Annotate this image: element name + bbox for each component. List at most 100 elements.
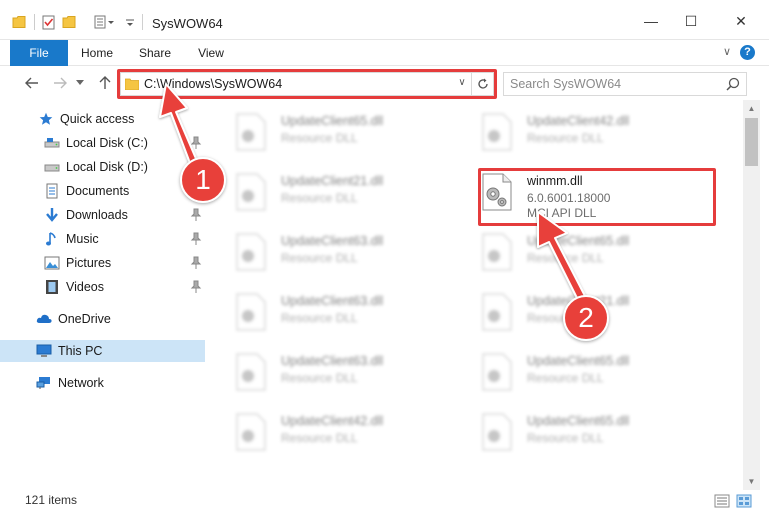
search-input[interactable]	[510, 75, 720, 93]
help-button[interactable]: ?	[740, 45, 755, 60]
expand-ribbon-icon[interactable]: ∨	[720, 45, 734, 59]
sidebar-item-music[interactable]: Music	[0, 228, 205, 250]
sidebar-item-label: Videos	[66, 280, 104, 294]
scroll-thumb[interactable]	[745, 118, 758, 166]
sidebar-item-label: Local Disk (C:)	[66, 136, 148, 150]
dll-file-icon	[236, 353, 266, 391]
file-description: Resource DLL	[281, 191, 358, 205]
cloud-icon	[36, 311, 52, 327]
toolbar-separator	[34, 14, 35, 30]
forward-button[interactable]	[50, 74, 70, 92]
pin-icon[interactable]	[190, 136, 202, 150]
ribbon-tabs: File Home Share View ∨ ?	[0, 40, 769, 66]
address-path[interactable]: C:\Windows\SysWOW64	[144, 77, 282, 91]
sidebar-item-videos[interactable]: Videos	[0, 276, 205, 298]
file-item[interactable]: UpdateClient63.dll Resource DLL	[207, 284, 447, 340]
tab-file[interactable]: File	[10, 40, 68, 66]
step-2-badge: 2	[563, 295, 609, 341]
sidebar-item-local-disk-c[interactable]: Local Disk (C:)	[0, 132, 205, 154]
file-name: UpdateClient65.dll	[527, 414, 630, 428]
dll-file-icon	[482, 233, 512, 271]
pin-icon[interactable]	[190, 232, 202, 246]
file-item[interactable]: UpdateClient42.dll Resource DLL	[453, 104, 693, 160]
file-item[interactable]: UpdateClient63.dll Resource DLL	[207, 224, 447, 280]
sidebar-item-label: OneDrive	[58, 312, 111, 326]
file-description: Resource DLL	[281, 371, 358, 385]
sidebar-item-onedrive[interactable]: OneDrive	[0, 308, 205, 330]
dll-file-icon	[236, 293, 266, 331]
search-box[interactable]	[503, 72, 747, 96]
file-description: Resource DLL	[527, 131, 604, 145]
close-button[interactable]: ✕	[726, 10, 756, 32]
item-count: 121 items	[25, 493, 78, 507]
file-name: UpdateClient65.dll	[281, 114, 384, 128]
pin-icon[interactable]	[190, 280, 202, 294]
file-item[interactable]: UpdateClient21.dll Resource DLL	[207, 164, 447, 220]
title-separator	[142, 14, 143, 30]
sidebar-item-quick-access[interactable]: Quick access	[0, 108, 205, 130]
tab-share[interactable]: Share	[134, 40, 176, 66]
title-bar: SysWOW64 — ☐ ✕	[0, 0, 769, 40]
dll-file-icon	[482, 353, 512, 391]
dll-file-icon	[482, 113, 512, 151]
up-button[interactable]	[95, 74, 115, 92]
sidebar-item-network[interactable]: Network	[0, 372, 205, 394]
scroll-up-icon[interactable]: ▲	[743, 100, 760, 117]
new-folder-icon[interactable]	[62, 14, 76, 30]
navigation-bar: C:\Windows\SysWOW64 ∨	[0, 66, 769, 100]
recent-locations-button[interactable]	[74, 74, 86, 92]
up-arrow-icon	[99, 76, 111, 89]
large-icons-view-icon[interactable]	[736, 494, 752, 508]
drive-icon	[44, 159, 60, 175]
file-description: Resource DLL	[527, 431, 604, 445]
vertical-scrollbar[interactable]: ▲ ▼	[743, 100, 760, 490]
file-description: Resource DLL	[527, 251, 604, 265]
sidebar-item-documents[interactable]: Documents	[0, 180, 205, 202]
address-bar[interactable]: C:\Windows\SysWOW64 ∨	[120, 72, 494, 96]
tab-home[interactable]: Home	[76, 40, 118, 66]
sidebar-item-this-pc[interactable]: This PC	[0, 340, 205, 362]
dll-file-icon	[236, 233, 266, 271]
properties-icon[interactable]	[42, 14, 56, 30]
file-item[interactable]: UpdateClient65.dll Resource DLL	[207, 104, 447, 160]
minimize-button[interactable]: —	[636, 10, 666, 32]
file-name: UpdateClient42.dll	[281, 414, 384, 428]
pin-icon[interactable]	[190, 256, 202, 270]
chevron-down-icon[interactable]	[124, 14, 136, 30]
sidebar-item-label: Quick access	[60, 112, 135, 126]
details-view-icon[interactable]	[714, 494, 730, 508]
file-item[interactable]: UpdateClient63.dll Resource DLL	[207, 344, 447, 400]
tab-view[interactable]: View	[192, 40, 230, 66]
sidebar-item-label: This PC	[58, 344, 103, 358]
download-icon	[44, 207, 60, 223]
sidebar-item-pictures[interactable]: Pictures	[0, 252, 205, 274]
file-item-winmm[interactable]: winmm.dll 6.0.6001.18000 MCI API DLL	[453, 164, 693, 220]
dll-file-icon	[236, 113, 266, 151]
sidebar-item-label: Music	[66, 232, 99, 246]
file-name: UpdateClient65.dll	[527, 234, 630, 248]
refresh-button[interactable]	[471, 73, 493, 95]
sidebar-item-label: Downloads	[66, 208, 128, 222]
file-name: winmm.dll	[527, 174, 583, 188]
file-item[interactable]: UpdateClient65.dll Resource DLL	[453, 224, 693, 280]
back-button[interactable]	[22, 74, 42, 92]
scroll-down-icon[interactable]: ▼	[743, 473, 760, 490]
status-bar: 121 items	[0, 490, 769, 525]
file-item[interactable]: UpdateClient42.dll Resource DLL	[207, 404, 447, 460]
address-dropdown-icon[interactable]: ∨	[455, 77, 469, 91]
file-item[interactable]: UpdateClient65.dll Resource DLL	[453, 344, 693, 400]
file-name: UpdateClient63.dll	[281, 234, 384, 248]
customize-quick-access-icon[interactable]	[94, 14, 116, 30]
file-description: Resource DLL	[281, 431, 358, 445]
file-item[interactable]: UpdateClient65.dll Resource DLL	[453, 404, 693, 460]
back-arrow-icon	[25, 77, 38, 89]
dll-file-icon	[482, 293, 512, 331]
music-icon	[44, 231, 60, 247]
sidebar-item-downloads[interactable]: Downloads	[0, 204, 205, 226]
folder-icon	[125, 78, 139, 90]
pin-icon[interactable]	[190, 208, 202, 222]
folder-icon[interactable]	[12, 14, 26, 30]
search-icon	[726, 77, 740, 91]
sidebar-item-local-disk-d[interactable]: Local Disk (D:)	[0, 156, 205, 178]
maximize-button[interactable]: ☐	[676, 10, 706, 32]
